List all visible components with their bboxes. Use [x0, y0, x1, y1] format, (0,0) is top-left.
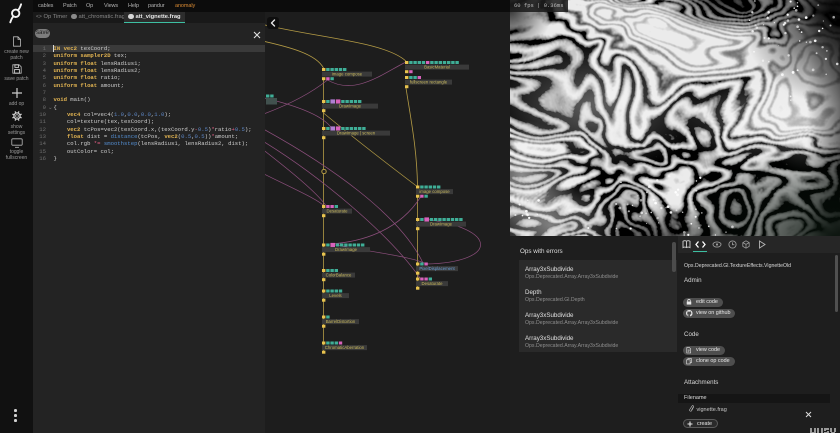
- svg-text:image compose: image compose: [419, 189, 450, 194]
- svg-text:ColorBalance: ColorBalance: [326, 273, 352, 278]
- svg-text:Desaturate: Desaturate: [421, 281, 443, 286]
- svg-text:Levels: Levels: [329, 293, 341, 298]
- svg-text:DrawImage: DrawImage: [339, 104, 362, 109]
- svg-text:fullscreen rectangle: fullscreen rectangle: [410, 80, 448, 85]
- svg-text:image compose: image compose: [332, 72, 363, 77]
- svg-text:DrawImage: DrawImage: [430, 222, 453, 227]
- svg-text:BasicMaterial: BasicMaterial: [424, 65, 450, 70]
- svg-text:Desaturate: Desaturate: [326, 209, 348, 214]
- svg-text:PixelDisplacement: PixelDisplacement: [419, 266, 455, 271]
- svg-text:BarrelDistortion: BarrelDistortion: [326, 319, 356, 324]
- svg-text:ChromaticAberration: ChromaticAberration: [325, 345, 365, 350]
- svg-text:DrawImage | screen: DrawImage | screen: [337, 131, 376, 136]
- svg-text:DrawImage: DrawImage: [335, 247, 358, 252]
